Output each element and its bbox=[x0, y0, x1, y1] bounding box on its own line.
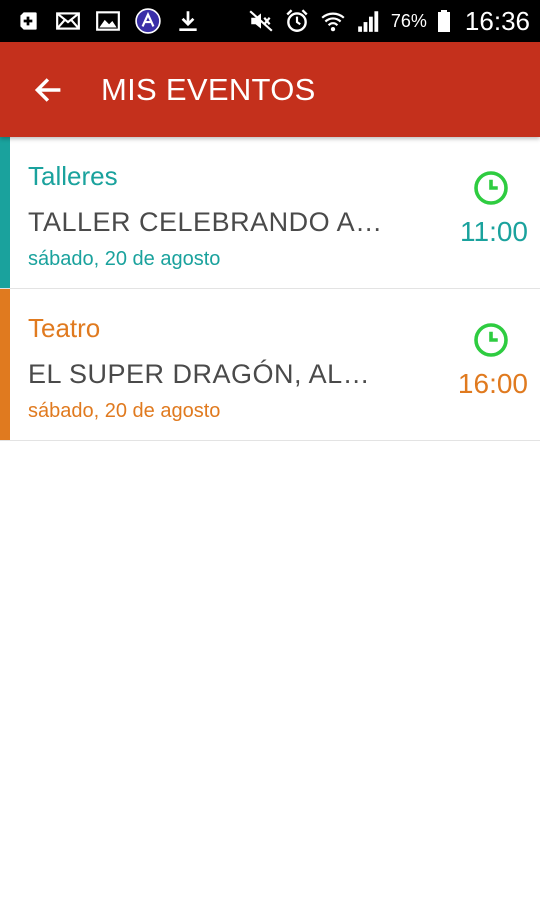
app-bar: MIS EVENTOS bbox=[0, 42, 540, 137]
event-card[interactable]: Teatro EL SUPER DRAGÓN, AL… sábado, 20 d… bbox=[0, 289, 540, 441]
clock-icon bbox=[474, 171, 508, 205]
wifi-icon bbox=[319, 7, 347, 35]
battery-percentage: 76% bbox=[390, 10, 427, 31]
clock-icon bbox=[474, 323, 508, 357]
system-icons: 76% 16:36 bbox=[247, 6, 530, 37]
download-icon bbox=[174, 7, 202, 35]
arrow-back-icon bbox=[34, 77, 61, 102]
page-title: MIS EVENTOS bbox=[101, 71, 316, 107]
add-box-icon bbox=[14, 7, 42, 35]
event-title: EL SUPER DRAGÓN, AL… bbox=[28, 359, 371, 389]
alarm-icon bbox=[283, 7, 311, 35]
event-date: sábado, 20 de agosto bbox=[28, 248, 221, 270]
status-bar: 76% 16:36 bbox=[0, 0, 540, 42]
event-time: 11:00 bbox=[460, 216, 528, 247]
event-category: Talleres bbox=[28, 161, 118, 191]
event-list: Talleres TALLER CELEBRANDO A… sábado, 20… bbox=[0, 137, 540, 441]
status-clock: 16:36 bbox=[464, 5, 530, 36]
event-title: TALLER CELEBRANDO A… bbox=[28, 207, 383, 237]
category-color-stripe bbox=[0, 289, 10, 440]
signal-icon bbox=[355, 7, 383, 35]
event-category: Teatro bbox=[28, 313, 101, 343]
mail-icon bbox=[54, 7, 82, 35]
image-icon bbox=[94, 7, 122, 35]
app-badge-icon bbox=[134, 7, 162, 35]
notification-icons bbox=[14, 7, 202, 35]
event-date: sábado, 20 de agosto bbox=[28, 400, 221, 422]
battery-icon bbox=[435, 7, 453, 35]
category-color-stripe bbox=[0, 137, 10, 288]
event-time: 16:00 bbox=[457, 368, 528, 399]
event-card[interactable]: Talleres TALLER CELEBRANDO A… sábado, 20… bbox=[0, 137, 540, 289]
mute-icon bbox=[247, 7, 275, 35]
back-button[interactable] bbox=[27, 69, 69, 111]
